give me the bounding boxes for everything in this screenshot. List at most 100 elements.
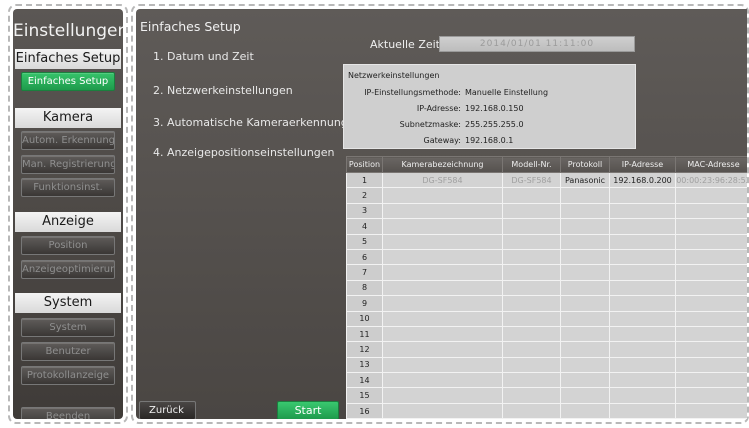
table-row[interactable]: 7 [346,264,747,281]
main-panel: Einfaches Setup 1. Datum und Zeit 2. Net… [131,4,749,424]
table-row[interactable]: 15 [346,387,747,404]
sidebar-item-system[interactable]: System [21,318,115,337]
table-cell-position: 13 [346,356,383,374]
table-cell [502,248,561,266]
table-cell [382,372,503,389]
table-cell-position: 6 [346,248,383,266]
sidebar: Einstellungen Einfaches Setup Einfaches … [8,4,128,424]
sidebar-item-position[interactable]: Position [21,236,115,255]
table-cell [382,387,503,404]
table-cell [609,279,676,297]
table-row[interactable]: 9 [346,295,747,312]
table-row[interactable]: 4 [346,218,747,235]
table-cell [609,372,676,389]
table-cell [502,295,561,312]
table-cell-position: 15 [346,387,383,404]
setup-panel: Einfaches Setup 1. Datum und Zeit 2. Net… [136,9,747,419]
table-cell [502,218,561,235]
table-cell [382,218,503,235]
table-cell-position: 7 [346,264,383,281]
table-cell [675,341,747,358]
table-cell-position: 2 [346,187,383,204]
sidebar-item-function-settings[interactable]: Funktionsinst. [21,178,115,197]
table-cell: 00:00:23:96:28:53 [675,171,747,189]
table-cell-position: 4 [346,218,383,235]
table-cell [502,356,561,374]
sidebar-item-auto-detect[interactable]: Autom. Erkennung [21,131,115,150]
table-cell [609,264,676,281]
step-display-position: 4. Anzeigepositionseinstellungen [153,146,335,159]
table-cell [502,187,561,204]
table-cell [382,310,503,327]
table-row[interactable]: 13 [346,356,747,374]
table-cell-position: 12 [346,341,383,358]
table-cell [675,295,747,312]
table-row[interactable]: 16 [346,402,747,419]
app-window: Einstellungen Einfaches Setup Einfaches … [0,0,749,428]
page-title: Einfaches Setup [140,19,241,34]
table-cell [560,325,610,343]
table-cell [609,233,676,250]
back-button[interactable]: Zurück [139,401,196,419]
sidebar-item-easy-setup[interactable]: Einfaches Setup [21,72,115,91]
exit-button[interactable]: Beenden [21,407,115,419]
start-button[interactable]: Start [277,401,339,419]
table-row[interactable]: 8 [346,279,747,297]
table-cell [560,387,610,404]
table-cell [382,233,503,250]
table-row[interactable]: 14 [346,372,747,389]
table-row[interactable]: 11 [346,325,747,343]
table-row[interactable]: 10 [346,310,747,327]
table-row[interactable]: 5 [346,233,747,250]
col-mac-address: MAC-Adresse [675,156,747,173]
table-row[interactable]: 6 [346,248,747,266]
table-cell [675,279,747,297]
table-cell [502,325,561,343]
table-row[interactable]: 3 [346,202,747,220]
table-cell [675,372,747,389]
section-camera: Kamera [15,108,121,128]
sidebar-item-display-optimization[interactable]: Anzeigeoptimierung [21,260,115,279]
table-cell [609,341,676,358]
table-cell [675,248,747,266]
table-cell [560,248,610,266]
table-cell: Panasonic [560,171,610,189]
table-cell [609,187,676,204]
table-cell [609,248,676,266]
table-cell [382,402,503,419]
table-cell [560,233,610,250]
table-cell [560,372,610,389]
table-cell [382,356,503,374]
col-model: Modell-Nr. [502,156,561,173]
sidebar-item-manual-registration[interactable]: Man. Registrierung [21,155,115,174]
table-cell [382,341,503,358]
sidebar-title: Einstellungen [13,21,123,41]
table-row[interactable]: 12 [346,341,747,358]
network-settings-box: Netzwerkeinstellungen IP-Einstellungsmet… [343,64,636,149]
step-network: 2. Netzwerkeinstellungen [153,84,293,97]
table-cell [382,325,503,343]
sidebar-item-log-view[interactable]: Protokollanzeige [21,366,115,385]
table-cell [502,233,561,250]
sidebar-item-user[interactable]: Benutzer [21,342,115,361]
table-cell [382,202,503,220]
current-time-label: Aktuelle Zeit [370,38,440,51]
col-position: Position [346,156,383,173]
table-cell [609,310,676,327]
table-cell [609,387,676,404]
table-cell-position: 11 [346,325,383,343]
table-cell [609,325,676,343]
table-row[interactable]: 1 DG-SF584 DG-SF584 Panasonic 192.168.0.200 0… [346,171,747,189]
network-key: Subnetzmaske: [399,120,461,129]
table-cell [560,202,610,220]
table-row[interactable]: 2 [346,187,747,204]
network-key: Gateway: [423,136,461,145]
table-cell-position: 1 [346,171,383,189]
table-cell [502,387,561,404]
table-cell [560,279,610,297]
table-cell: 192.168.0.200 [609,171,676,189]
table-cell [609,295,676,312]
table-cell [502,372,561,389]
table-cell-position: 16 [346,402,383,419]
table-cell [502,264,561,281]
